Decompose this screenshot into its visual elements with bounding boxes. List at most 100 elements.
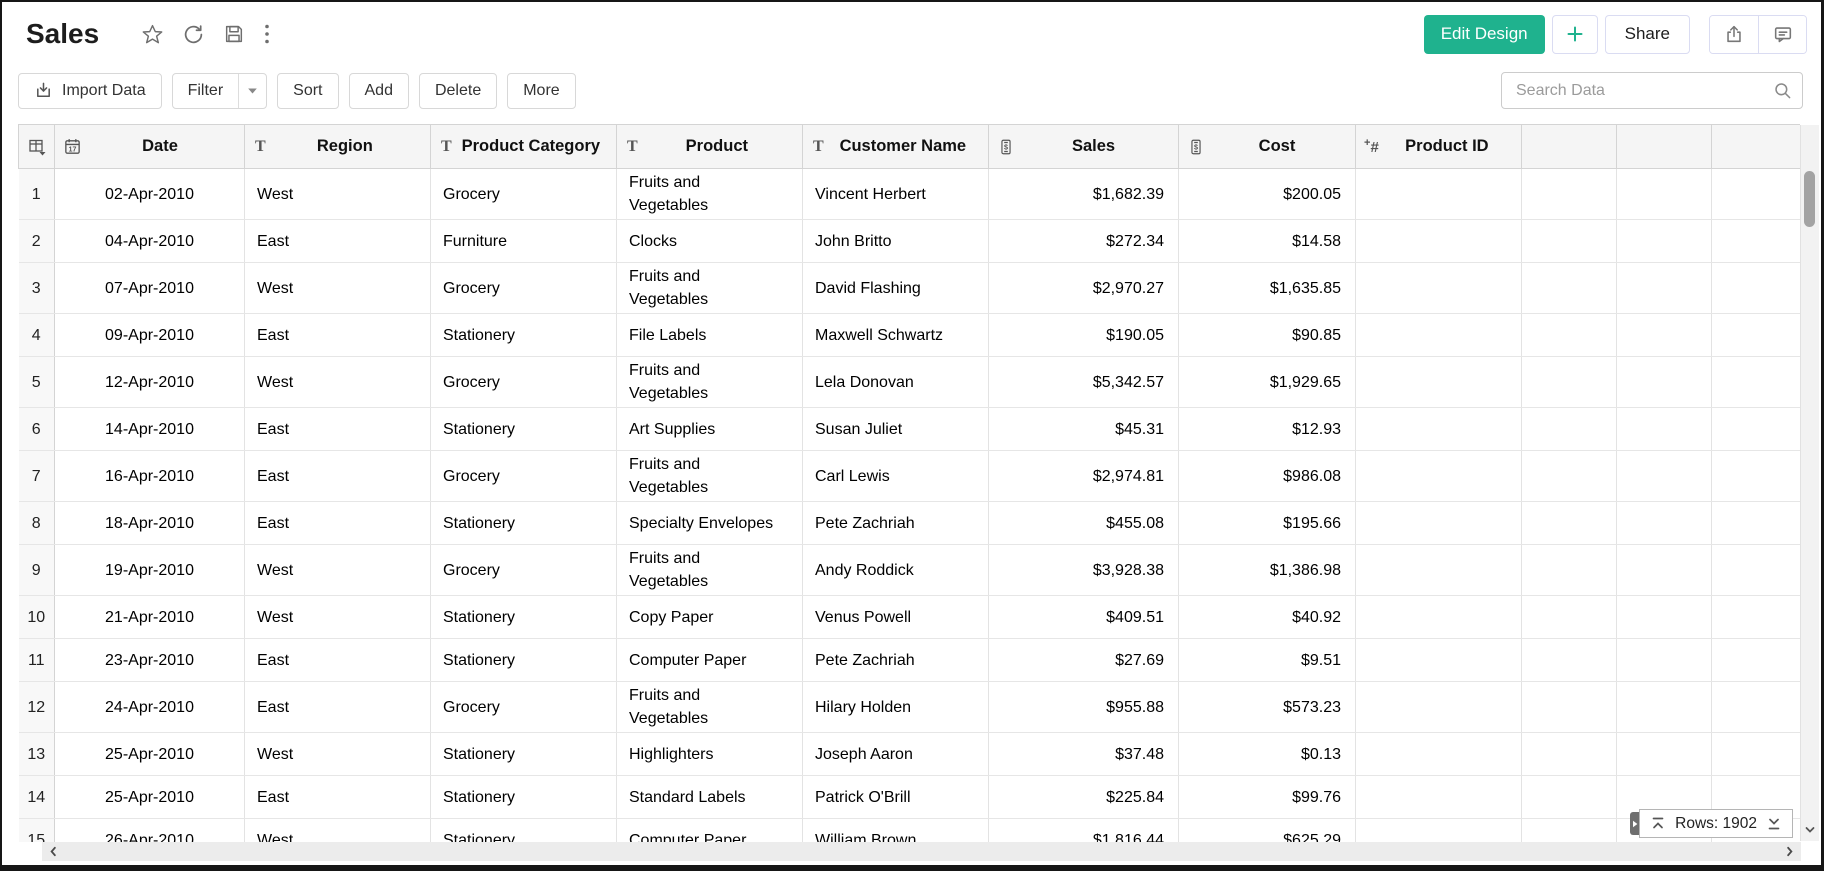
cell-product[interactable]: Copy Paper xyxy=(617,596,803,639)
cell-empty[interactable] xyxy=(1617,596,1712,639)
cell-empty[interactable] xyxy=(1522,169,1617,220)
sort-button[interactable]: Sort xyxy=(277,73,338,109)
scroll-to-bottom-button[interactable] xyxy=(1766,816,1782,831)
cell-empty[interactable] xyxy=(1712,545,1801,596)
more-button[interactable]: More xyxy=(507,73,575,109)
scroll-left-button[interactable] xyxy=(46,844,61,859)
column-header-region[interactable]: T Region xyxy=(245,125,431,169)
row-number[interactable]: 4 xyxy=(19,314,55,357)
import-data-button[interactable]: Import Data xyxy=(18,73,162,109)
refresh-icon[interactable] xyxy=(180,21,207,48)
cell-product-id[interactable] xyxy=(1356,819,1522,843)
cell-product-category[interactable]: Stationery xyxy=(431,596,617,639)
column-header-empty[interactable] xyxy=(1712,125,1801,169)
cell-empty[interactable] xyxy=(1522,819,1617,843)
cell-cost[interactable]: $1,386.98 xyxy=(1179,545,1356,596)
save-icon[interactable] xyxy=(221,21,247,47)
cell-product[interactable]: Fruits and Vegetables xyxy=(617,545,803,596)
cell-empty[interactable] xyxy=(1712,682,1801,733)
cell-cost[interactable]: $1,929.65 xyxy=(1179,357,1356,408)
cell-sales[interactable]: $225.84 xyxy=(989,776,1179,819)
cell-empty[interactable] xyxy=(1617,314,1712,357)
cell-product[interactable]: Clocks xyxy=(617,220,803,263)
cell-customer-name[interactable]: Susan Juliet xyxy=(803,408,989,451)
cell-empty[interactable] xyxy=(1522,545,1617,596)
cell-date[interactable]: 21-Apr-2010 xyxy=(55,596,245,639)
cell-cost[interactable]: $14.58 xyxy=(1179,220,1356,263)
horizontal-scrollbar[interactable] xyxy=(42,842,1801,861)
cell-empty[interactable] xyxy=(1617,263,1712,314)
cell-empty[interactable] xyxy=(1522,263,1617,314)
cell-product-category[interactable]: Grocery xyxy=(431,451,617,502)
cell-product[interactable]: File Labels xyxy=(617,314,803,357)
cell-sales[interactable]: $2,970.27 xyxy=(989,263,1179,314)
cell-empty[interactable] xyxy=(1522,502,1617,545)
cell-empty[interactable] xyxy=(1617,682,1712,733)
cell-product[interactable]: Fruits and Vegetables xyxy=(617,263,803,314)
cell-product-id[interactable] xyxy=(1356,639,1522,682)
column-header-product[interactable]: T Product xyxy=(617,125,803,169)
cell-product-id[interactable] xyxy=(1356,733,1522,776)
cell-date[interactable]: 14-Apr-2010 xyxy=(55,408,245,451)
row-number[interactable]: 3 xyxy=(19,263,55,314)
cell-cost[interactable]: $90.85 xyxy=(1179,314,1356,357)
row-number[interactable]: 12 xyxy=(19,682,55,733)
cell-empty[interactable] xyxy=(1617,451,1712,502)
cell-region[interactable]: West xyxy=(245,169,431,220)
cell-empty[interactable] xyxy=(1617,357,1712,408)
cell-customer-name[interactable]: John Britto xyxy=(803,220,989,263)
cell-customer-name[interactable]: Pete Zachriah xyxy=(803,502,989,545)
cell-date[interactable]: 12-Apr-2010 xyxy=(55,357,245,408)
cell-product[interactable]: Fruits and Vegetables xyxy=(617,682,803,733)
filter-dropdown-toggle[interactable] xyxy=(238,74,266,108)
cell-product-id[interactable] xyxy=(1356,502,1522,545)
cell-region[interactable]: West xyxy=(245,733,431,776)
column-header-product-id[interactable]: +# Product ID xyxy=(1356,125,1522,169)
row-number[interactable]: 10 xyxy=(19,596,55,639)
row-number[interactable]: 8 xyxy=(19,502,55,545)
cell-customer-name[interactable]: Carl Lewis xyxy=(803,451,989,502)
cell-product-category[interactable]: Stationery xyxy=(431,639,617,682)
cell-empty[interactable] xyxy=(1712,502,1801,545)
cell-empty[interactable] xyxy=(1712,314,1801,357)
row-number[interactable]: 9 xyxy=(19,545,55,596)
cell-region[interactable]: West xyxy=(245,545,431,596)
cell-empty[interactable] xyxy=(1617,502,1712,545)
collapse-handle-icon[interactable] xyxy=(1630,812,1639,835)
cell-sales[interactable]: $2,974.81 xyxy=(989,451,1179,502)
cell-empty[interactable] xyxy=(1712,451,1801,502)
cell-cost[interactable]: $0.13 xyxy=(1179,733,1356,776)
cell-product-id[interactable] xyxy=(1356,451,1522,502)
edit-design-button[interactable]: Edit Design xyxy=(1424,15,1545,54)
add-new-button[interactable] xyxy=(1552,15,1598,54)
row-number[interactable]: 2 xyxy=(19,220,55,263)
cell-date[interactable]: 26-Apr-2010 xyxy=(55,819,245,843)
cell-empty[interactable] xyxy=(1522,776,1617,819)
cell-cost[interactable]: $99.76 xyxy=(1179,776,1356,819)
cell-region[interactable]: West xyxy=(245,357,431,408)
cell-empty[interactable] xyxy=(1712,263,1801,314)
share-button[interactable]: Share xyxy=(1605,15,1690,54)
favorite-star-icon[interactable] xyxy=(139,21,166,48)
cell-product[interactable]: Specialty Envelopes xyxy=(617,502,803,545)
cell-customer-name[interactable]: Maxwell Schwartz xyxy=(803,314,989,357)
cell-date[interactable]: 25-Apr-2010 xyxy=(55,733,245,776)
cell-empty[interactable] xyxy=(1712,357,1801,408)
cell-product[interactable]: Fruits and Vegetables xyxy=(617,169,803,220)
cell-product-id[interactable] xyxy=(1356,314,1522,357)
cell-empty[interactable] xyxy=(1522,314,1617,357)
cell-cost[interactable]: $12.93 xyxy=(1179,408,1356,451)
cell-sales[interactable]: $1,816.44 xyxy=(989,819,1179,843)
cell-sales[interactable]: $45.31 xyxy=(989,408,1179,451)
cell-empty[interactable] xyxy=(1712,220,1801,263)
cell-product-category[interactable]: Stationery xyxy=(431,502,617,545)
cell-date[interactable]: 23-Apr-2010 xyxy=(55,639,245,682)
add-button[interactable]: Add xyxy=(349,73,409,109)
cell-region[interactable]: West xyxy=(245,819,431,843)
cell-product-id[interactable] xyxy=(1356,408,1522,451)
cell-product-category[interactable]: Grocery xyxy=(431,357,617,408)
row-number[interactable]: 11 xyxy=(19,639,55,682)
cell-region[interactable]: East xyxy=(245,451,431,502)
cell-sales[interactable]: $955.88 xyxy=(989,682,1179,733)
cell-customer-name[interactable]: Joseph Aaron xyxy=(803,733,989,776)
